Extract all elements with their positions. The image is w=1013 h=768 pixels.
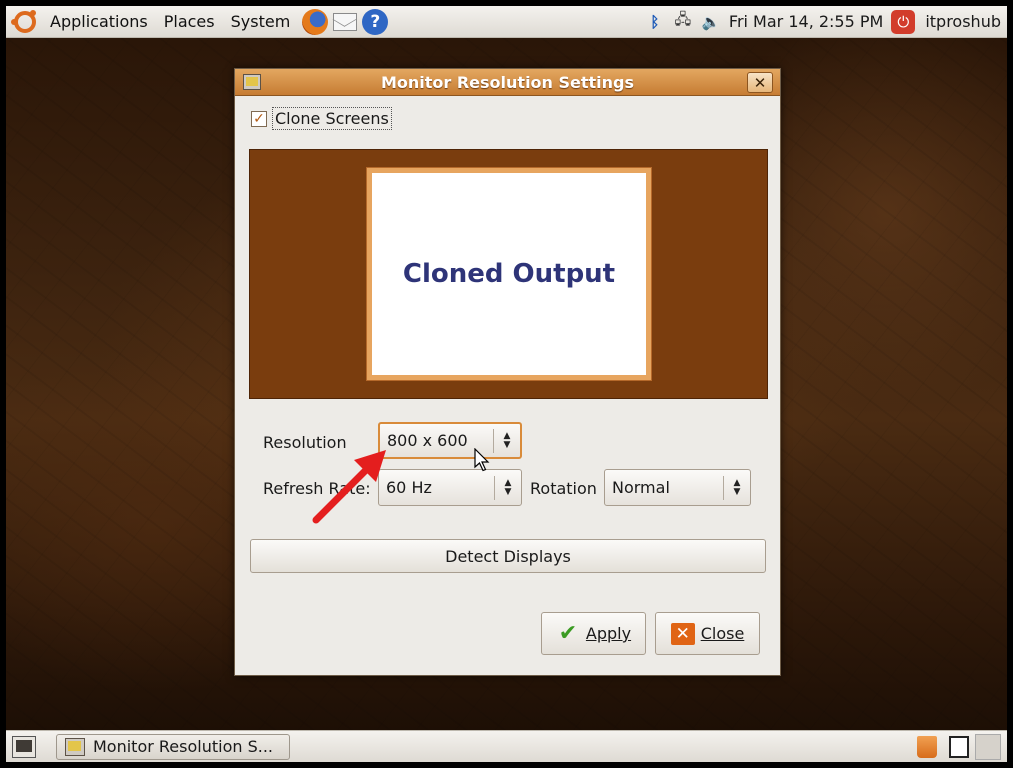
taskbar-window-button[interactable]: Monitor Resolution S... bbox=[56, 733, 290, 760]
apply-button[interactable]: ✔ Apply bbox=[541, 612, 646, 655]
firefox-icon[interactable] bbox=[302, 8, 329, 35]
detect-displays-label: Detect Displays bbox=[445, 546, 571, 566]
clock[interactable]: Fri Mar 14, 2:55 PM bbox=[729, 12, 883, 31]
monitor-icon bbox=[243, 74, 261, 90]
clone-screens-label: Clone Screens bbox=[272, 107, 392, 130]
clone-screens-checkbox[interactable]: ✓ Clone Screens bbox=[251, 107, 392, 130]
menu-applications[interactable]: Applications bbox=[42, 6, 156, 38]
detect-displays-button[interactable]: Detect Displays bbox=[250, 539, 766, 573]
close-x-icon: ✕ bbox=[753, 73, 767, 92]
dialog-titlebar[interactable]: Monitor Resolution Settings ✕ bbox=[235, 69, 780, 96]
updown-arrows-icon: ▲ ▼ bbox=[733, 477, 741, 497]
menu-system[interactable]: System bbox=[223, 6, 299, 38]
show-desktop-icon[interactable] bbox=[12, 735, 36, 758]
red-arrow-annotation bbox=[312, 450, 386, 524]
cursor-shape bbox=[474, 448, 490, 472]
close-icon: ✕ bbox=[670, 622, 695, 645]
network-icon[interactable]: 🖧 bbox=[672, 10, 694, 33]
monitor-resolution-dialog: Monitor Resolution Settings ✕ ✓ Clone Sc… bbox=[234, 68, 781, 676]
help-icon[interactable]: ? bbox=[362, 8, 389, 35]
rotation-value: Normal bbox=[612, 478, 670, 497]
rotation-label: Rotation bbox=[530, 479, 597, 498]
monitor-icon bbox=[65, 737, 85, 756]
updown-arrows-icon: ▲ ▼ bbox=[503, 430, 511, 450]
close-label: Close bbox=[700, 624, 745, 643]
dialog-title: Monitor Resolution Settings bbox=[380, 72, 635, 92]
mail-launcher[interactable] bbox=[332, 9, 358, 35]
refresh-rate-value: 60 Hz bbox=[386, 478, 432, 497]
trash-icon[interactable] bbox=[917, 735, 937, 758]
arrow-shaft bbox=[312, 464, 372, 524]
rotation-select[interactable]: Normal ▲ ▼ bbox=[604, 469, 751, 506]
menu-places[interactable]: Places bbox=[156, 6, 223, 38]
bottom-panel: Monitor Resolution S... bbox=[6, 730, 1007, 762]
top-panel: Applications Places System ? ᛒ 🖧 🔈 Fri M… bbox=[6, 6, 1007, 38]
workspace-2[interactable] bbox=[975, 733, 1001, 760]
mail-icon bbox=[333, 12, 358, 31]
cloned-output-monitor[interactable]: Cloned Output bbox=[366, 167, 652, 381]
power-icon[interactable]: ⏻ bbox=[891, 9, 916, 34]
mouse-cursor-icon bbox=[474, 448, 490, 472]
user-name[interactable]: itproshub bbox=[925, 12, 1001, 31]
bluetooth-icon[interactable]: ᛒ bbox=[644, 11, 666, 33]
workspace-1[interactable] bbox=[949, 735, 969, 758]
updown-arrows-icon: ▲ ▼ bbox=[504, 477, 512, 497]
resolution-select[interactable]: 800 x 600 ▲ ▼ bbox=[378, 422, 522, 459]
volume-icon[interactable]: 🔈 bbox=[700, 11, 722, 33]
close-button[interactable]: ✕ Close bbox=[655, 612, 760, 655]
checkmark-icon: ✔ bbox=[558, 621, 578, 646]
apply-label: Apply bbox=[585, 624, 632, 643]
taskbar-window-label: Monitor Resolution S... bbox=[93, 737, 274, 756]
cloned-output-label: Cloned Output bbox=[402, 259, 616, 289]
refresh-rate-select[interactable]: 60 Hz ▲ ▼ bbox=[378, 469, 522, 506]
checkbox-checked-icon[interactable]: ✓ bbox=[251, 110, 267, 127]
monitor-preview-area[interactable]: Cloned Output bbox=[249, 149, 768, 399]
window-close-button[interactable]: ✕ bbox=[747, 72, 773, 93]
ubuntu-logo-icon[interactable] bbox=[11, 9, 36, 33]
